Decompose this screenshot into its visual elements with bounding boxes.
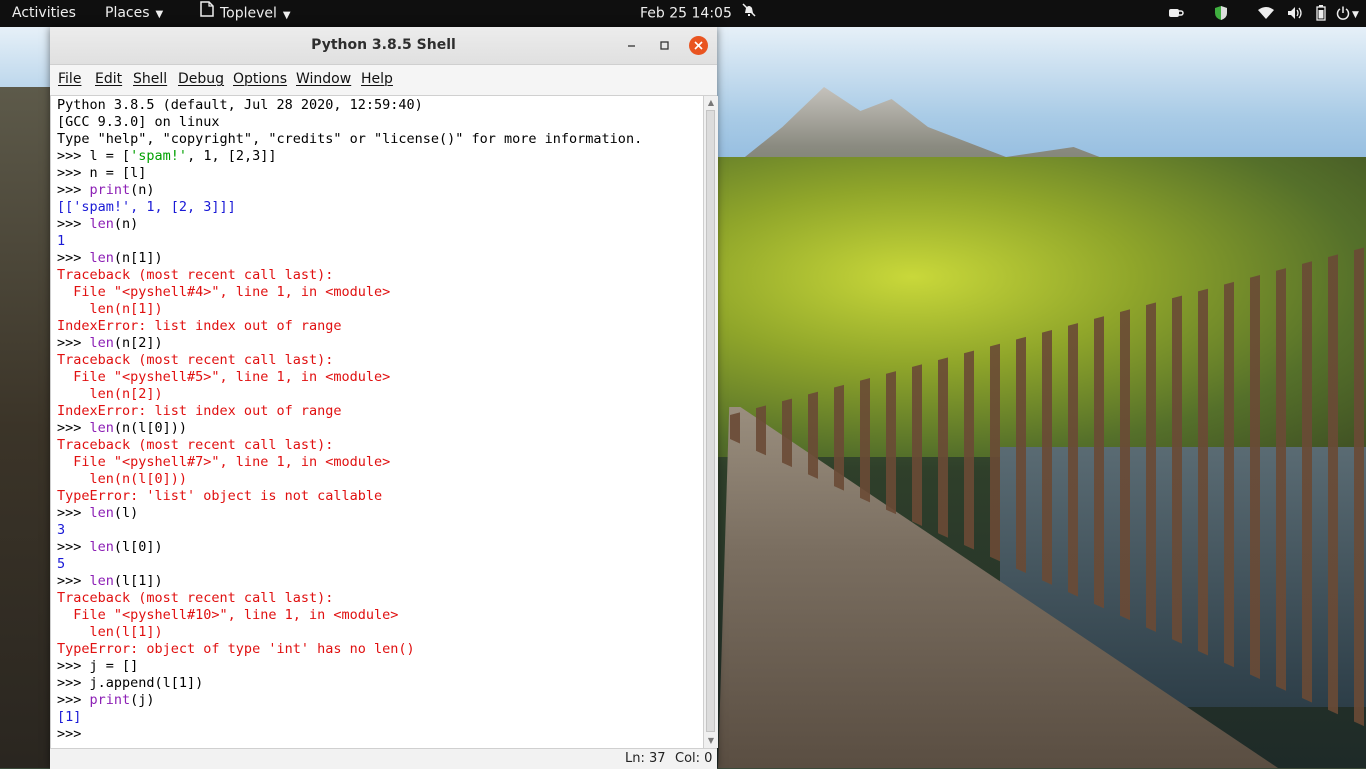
shell-line: >>> xyxy=(57,726,90,742)
activities-label: Activities xyxy=(12,5,76,21)
shell-line: IndexError: list index out of range xyxy=(57,403,342,419)
app-menu[interactable]: Toplevel ▼ xyxy=(200,0,291,27)
shell-line: len(n[2]) xyxy=(57,386,163,402)
shell-line: >>> l = ['spam!', 1, [2,3]] xyxy=(57,148,277,164)
minimize-button[interactable] xyxy=(622,36,641,55)
shell-line: 1 xyxy=(57,233,66,249)
status-column: Col: 0 xyxy=(675,751,713,766)
vertical-scrollbar[interactable]: ▲ ▼ xyxy=(703,96,718,748)
scroll-down-arrow-icon[interactable]: ▼ xyxy=(705,735,717,747)
shell-line: File "<pyshell#10>", line 1, in <module> xyxy=(57,607,399,623)
menu-debug[interactable]: Debug xyxy=(178,65,224,95)
shell-line: >>> len(l[1]) xyxy=(57,573,163,589)
volume-icon[interactable] xyxy=(1287,0,1303,27)
shield-icon[interactable] xyxy=(1214,0,1228,27)
menu-edit[interactable]: Edit xyxy=(95,65,122,95)
caret-down-icon: ▼ xyxy=(282,9,291,21)
activities-button[interactable]: Activities xyxy=(12,0,76,27)
shell-line: TypeError: object of type 'int' has no l… xyxy=(57,641,415,657)
wifi-icon[interactable] xyxy=(1258,0,1274,27)
menu-bar: File Edit Shell Debug Options Window Hel… xyxy=(50,65,717,96)
shell-line: File "<pyshell#4>", line 1, in <module> xyxy=(57,284,391,300)
scrollbar-thumb[interactable] xyxy=(706,110,715,732)
power-icon[interactable]: ▼ xyxy=(1336,0,1359,27)
status-bar: Ln: 37 Col: 0 xyxy=(50,748,717,769)
shell-line: >>> j = [] xyxy=(57,658,139,674)
shell-line: Traceback (most recent call last): xyxy=(57,267,334,283)
caret-down-icon: ▼ xyxy=(155,9,164,20)
shell-line: >>> len(n) xyxy=(57,216,139,232)
coffee-icon[interactable] xyxy=(1168,0,1184,27)
shell-line: File "<pyshell#7>", line 1, in <module> xyxy=(57,454,391,470)
shell-line: File "<pyshell#5>", line 1, in <module> xyxy=(57,369,391,385)
shell-line: Traceback (most recent call last): xyxy=(57,590,334,606)
shell-line: [GCC 9.3.0] on linux xyxy=(57,114,220,130)
shell-line: Traceback (most recent call last): xyxy=(57,352,334,368)
window-titlebar[interactable]: Python 3.8.5 Shell xyxy=(50,27,717,65)
shell-text-area[interactable]: Python 3.8.5 (default, Jul 28 2020, 12:5… xyxy=(50,96,703,748)
shell-line: IndexError: list index out of range xyxy=(57,318,342,334)
shell-line: >>> j.append(l[1]) xyxy=(57,675,204,691)
idle-shell-window: Python 3.8.5 Shell File Edit Shell Debug… xyxy=(50,27,718,769)
bell-off-icon xyxy=(742,0,756,27)
top-bar: Activities Places ▼ Toplevel ▼ Feb 25 14:0… xyxy=(0,0,1366,27)
shell-line: >>> len(n(l[0])) xyxy=(57,420,188,436)
clock[interactable]: Feb 25 14:05 xyxy=(640,0,756,27)
shell-line: >>> len(n[2]) xyxy=(57,335,163,351)
scroll-up-arrow-icon[interactable]: ▲ xyxy=(705,97,717,109)
close-button[interactable] xyxy=(689,36,708,55)
shell-line: Type "help", "copyright", "credits" or "… xyxy=(57,131,643,147)
shell-line: len(n(l[0])) xyxy=(57,471,188,487)
shell-line: >>> print(j) xyxy=(57,692,155,708)
shell-line: >>> n = [l] xyxy=(57,165,147,181)
battery-icon[interactable] xyxy=(1316,0,1326,27)
status-line: Ln: 37 xyxy=(625,751,666,766)
shell-line: 3 xyxy=(57,522,66,538)
wallpaper-left-edge xyxy=(0,87,50,768)
shell-line: >>> print(n) xyxy=(57,182,155,198)
shell-line: >>> len(n[1]) xyxy=(57,250,163,266)
shell-line: TypeError: 'list' object is not callable xyxy=(57,488,383,504)
shell-line: >>> len(l[0]) xyxy=(57,539,163,555)
shell-line: [1] xyxy=(57,709,82,725)
menu-help[interactable]: Help xyxy=(361,65,393,95)
shell-line: 5 xyxy=(57,556,66,572)
document-icon xyxy=(200,0,214,27)
shell-line: Python 3.8.5 (default, Jul 28 2020, 12:5… xyxy=(57,97,423,113)
shell-line: len(l[1]) xyxy=(57,624,163,640)
menu-shell[interactable]: Shell xyxy=(133,65,167,95)
maximize-button[interactable] xyxy=(655,36,674,55)
shell-line: Traceback (most recent call last): xyxy=(57,437,334,453)
shell-line: [['spam!', 1, [2, 3]]] xyxy=(57,199,236,215)
app-menu-label: Toplevel xyxy=(220,5,277,22)
menu-options[interactable]: Options xyxy=(233,65,287,95)
places-label: Places xyxy=(105,5,150,21)
shell-line: len(n[1]) xyxy=(57,301,163,317)
window-title: Python 3.8.5 Shell xyxy=(311,37,456,53)
places-menu[interactable]: Places ▼ xyxy=(105,0,163,27)
menu-window[interactable]: Window xyxy=(296,65,351,95)
shell-line: >>> len(l) xyxy=(57,505,139,521)
clock-label: Feb 25 14:05 xyxy=(640,5,732,22)
menu-file[interactable]: File xyxy=(58,65,81,95)
